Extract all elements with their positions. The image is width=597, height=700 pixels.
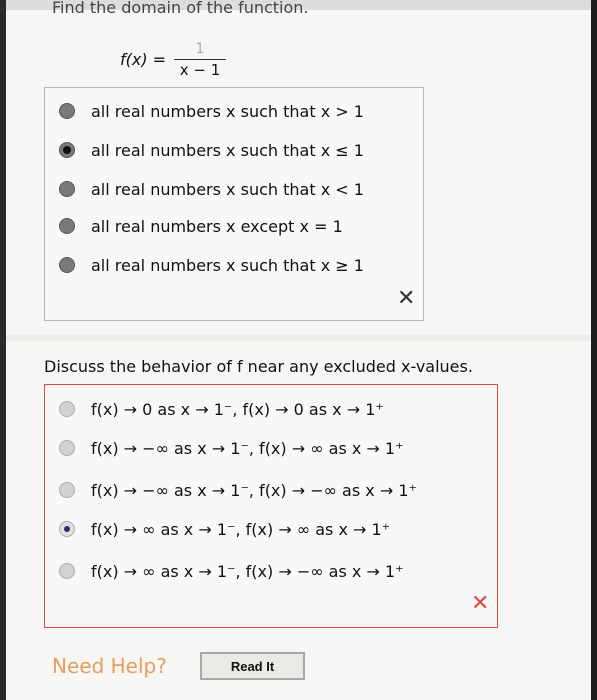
option-label: all real numbers x except x = 1 (91, 216, 343, 236)
part1-answer-box: all real numbers x such that x > 1 all r… (44, 87, 424, 321)
function-lhs: f(x) = (120, 50, 167, 69)
part1-option-1[interactable]: all real numbers x such that x > 1 (59, 99, 364, 123)
option-label: all real numbers x such that x > 1 (91, 101, 364, 121)
radio-button[interactable] (59, 482, 75, 498)
radio-button[interactable] (59, 257, 75, 273)
option-label: f(x) → ∞ as x → 1⁻, f(x) → −∞ as x → 1⁺ (91, 561, 404, 581)
option-label: f(x) → −∞ as x → 1⁻, f(x) → −∞ as x → 1⁺ (91, 480, 417, 500)
radio-button[interactable] (59, 103, 75, 119)
part1-option-4[interactable]: all real numbers x except x = 1 (59, 214, 343, 238)
incorrect-x-icon: ✕ (397, 286, 416, 311)
part2-option-5[interactable]: f(x) → ∞ as x → 1⁻, f(x) → −∞ as x → 1⁺ (59, 559, 404, 583)
section-divider (6, 335, 591, 341)
read-it-button[interactable]: Read It (200, 652, 305, 680)
radio-button[interactable] (59, 521, 75, 537)
radio-button[interactable] (59, 181, 75, 197)
part2-option-4[interactable]: f(x) → ∞ as x → 1⁻, f(x) → ∞ as x → 1⁺ (59, 517, 390, 541)
option-label: all real numbers x such that x ≤ 1 (91, 140, 364, 160)
radio-button[interactable] (59, 142, 75, 158)
need-help-label: Need Help? (52, 654, 167, 678)
radio-button[interactable] (59, 563, 75, 579)
question-header: Find the domain of the function. (52, 0, 309, 14)
part2-option-2[interactable]: f(x) → −∞ as x → 1⁻, f(x) → ∞ as x → 1⁺ (59, 436, 404, 460)
incorrect-x-icon: ✕ (471, 591, 490, 616)
radio-button[interactable] (59, 440, 75, 456)
radio-button[interactable] (59, 401, 75, 417)
option-label: all real numbers x such that x ≥ 1 (91, 255, 364, 275)
part1-option-2[interactable]: all real numbers x such that x ≤ 1 (59, 138, 364, 162)
option-label: f(x) → ∞ as x → 1⁻, f(x) → ∞ as x → 1⁺ (91, 519, 391, 539)
option-label: all real numbers x such that x < 1 (91, 179, 364, 199)
part1-option-5[interactable]: all real numbers x such that x ≥ 1 (59, 253, 364, 277)
fraction-bar (174, 59, 226, 60)
fraction-denominator: x − 1 (179, 61, 221, 79)
fraction-numerator: 1 (195, 41, 205, 57)
part2-answer-box: f(x) → 0 as x → 1⁻, f(x) → 0 as x → 1⁺ f… (44, 384, 498, 628)
part2-prompt: Discuss the behavior of f near any exclu… (44, 357, 473, 376)
option-label: f(x) → −∞ as x → 1⁻, f(x) → ∞ as x → 1⁺ (91, 438, 404, 458)
part1-option-3[interactable]: all real numbers x such that x < 1 (59, 177, 364, 201)
radio-button[interactable] (59, 218, 75, 234)
part2-option-1[interactable]: f(x) → 0 as x → 1⁻, f(x) → 0 as x → 1⁺ (59, 397, 384, 421)
option-label: f(x) → 0 as x → 1⁻, f(x) → 0 as x → 1⁺ (91, 399, 384, 419)
part2-option-3[interactable]: f(x) → −∞ as x → 1⁻, f(x) → −∞ as x → 1⁺ (59, 478, 417, 502)
fraction: 1 x − 1 (174, 40, 226, 79)
